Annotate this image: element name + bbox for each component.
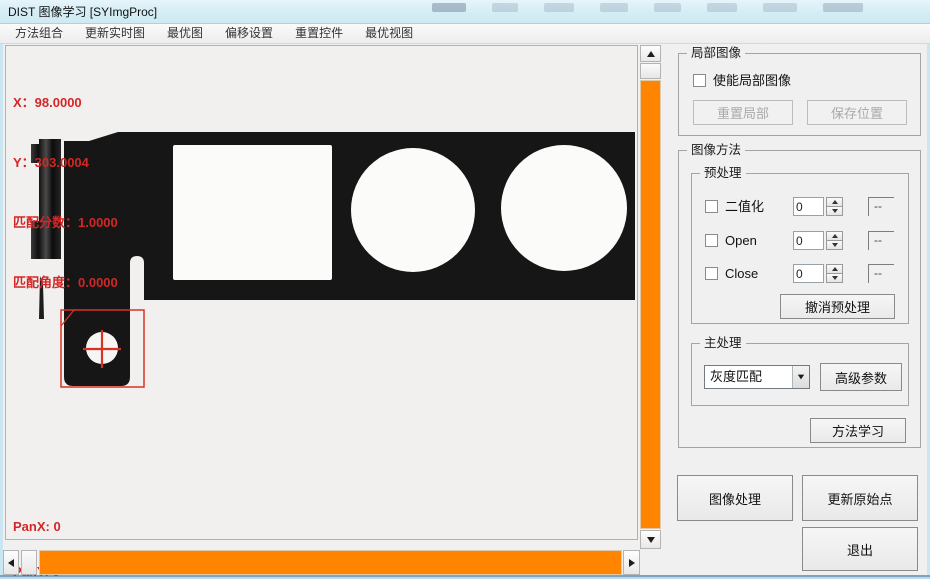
match-score-value: 匹配分数：1.0000 xyxy=(13,213,118,233)
vertical-scroll-thumb[interactable] xyxy=(640,63,661,79)
spinner-up-icon xyxy=(832,200,838,204)
close-extra-field: -- xyxy=(868,264,894,283)
close-spin-down-button[interactable] xyxy=(826,274,843,283)
match-method-select[interactable]: 灰度匹配 xyxy=(704,365,810,389)
binarize-value-input[interactable] xyxy=(793,197,824,216)
close-label: Close xyxy=(725,266,758,281)
close-spin-up-button[interactable] xyxy=(826,264,843,274)
match-method-selected: 灰度匹配 xyxy=(705,366,792,388)
spinner-down-icon xyxy=(832,209,838,213)
binarize-spinner xyxy=(826,197,843,216)
open-spinner xyxy=(826,231,843,250)
bracket-round-cutout-1 xyxy=(351,148,475,272)
scroll-down-icon xyxy=(647,537,655,543)
undo-preprocess-button[interactable]: 撤消预处理 xyxy=(780,294,895,319)
combo-dropdown-button[interactable] xyxy=(792,366,809,388)
window-border-left xyxy=(0,44,3,575)
menu-method-combination[interactable]: 方法组合 xyxy=(4,24,74,43)
titlebar-ghost-artifacts xyxy=(432,3,924,15)
binarize-checkbox[interactable] xyxy=(705,200,718,213)
binarize-extra-field: -- xyxy=(868,197,894,216)
vertical-scroll-track[interactable] xyxy=(640,80,661,529)
scroll-up-icon xyxy=(647,51,655,57)
binarize-spin-up-button[interactable] xyxy=(826,197,843,207)
preprocess-group-title: 预处理 xyxy=(700,166,746,181)
preprocess-group: 预处理 二值化 -- Open -- Close xyxy=(691,173,909,324)
match-x-value: X：98.0000 xyxy=(13,93,118,113)
title-bar: DIST 图像学习 [SYImgProc] xyxy=(0,0,930,24)
open-spin-up-button[interactable] xyxy=(826,231,843,241)
main-process-group-title: 主处理 xyxy=(700,336,746,351)
menu-best-view[interactable]: 最优视图 xyxy=(354,24,424,43)
spinner-down-icon xyxy=(832,243,838,247)
spinner-down-icon xyxy=(832,276,838,280)
scroll-up-button[interactable] xyxy=(640,45,661,62)
local-image-group-title: 局部图像 xyxy=(687,46,745,61)
reset-local-button[interactable]: 重置局部 xyxy=(693,100,793,125)
spinner-up-icon xyxy=(832,234,838,238)
open-value-input[interactable] xyxy=(793,231,824,250)
image-method-group-title: 图像方法 xyxy=(687,143,745,158)
image-process-button[interactable]: 图像处理 xyxy=(677,475,793,521)
menu-reset-controls[interactable]: 重置控件 xyxy=(284,24,354,43)
save-position-button[interactable]: 保存位置 xyxy=(807,100,907,125)
scroll-right-icon xyxy=(629,559,635,567)
enable-local-image-checkbox[interactable] xyxy=(693,74,706,87)
open-checkbox[interactable] xyxy=(705,234,718,247)
bracket-round-cutout-2 xyxy=(501,145,627,271)
binarize-spin-down-button[interactable] xyxy=(826,207,843,216)
binarize-label: 二值化 xyxy=(725,199,764,214)
vertical-scrollbar[interactable] xyxy=(640,45,661,550)
menu-update-live-image[interactable]: 更新实时图 xyxy=(74,24,156,43)
local-image-group: 局部图像 使能局部图像 重置局部 保存位置 xyxy=(678,53,921,136)
pan-x-value: PanX: 0 xyxy=(13,519,61,534)
menu-bar: 方法组合 更新实时图 最优图 偏移设置 重置控件 最优视图 xyxy=(0,24,930,44)
menu-offset-settings[interactable]: 偏移设置 xyxy=(214,24,284,43)
exit-button[interactable]: 退出 xyxy=(802,527,918,571)
advanced-params-button[interactable]: 高级参数 xyxy=(820,363,902,391)
app-window: DIST 图像学习 [SYImgProc] 方法组合 更新实时图 最优图 偏移设… xyxy=(0,0,930,579)
chevron-down-icon xyxy=(798,375,804,380)
scroll-left-icon xyxy=(8,559,14,567)
open-extra-field: -- xyxy=(868,231,894,250)
menu-best-image[interactable]: 最优图 xyxy=(156,24,214,43)
enable-local-image-label: 使能局部图像 xyxy=(713,73,791,88)
match-angle-value: 匹配角度：0.0000 xyxy=(13,273,118,293)
close-value-input[interactable] xyxy=(793,264,824,283)
image-viewport[interactable]: X：98.0000 Y：303.0004 匹配分数：1.0000 匹配角度：0.… xyxy=(5,45,638,540)
open-spin-down-button[interactable] xyxy=(826,241,843,250)
close-spinner xyxy=(826,264,843,283)
main-process-group: 主处理 灰度匹配 高级参数 xyxy=(691,343,909,406)
scroll-down-button[interactable] xyxy=(640,530,661,549)
bracket-square-cutout xyxy=(173,145,332,280)
horizontal-scroll-track[interactable] xyxy=(39,550,622,575)
scroll-right-button[interactable] xyxy=(623,550,640,575)
image-method-group: 图像方法 预处理 二值化 -- Open -- Close xyxy=(678,150,921,448)
scroll-left-button[interactable] xyxy=(3,550,19,575)
horizontal-scroll-thumb[interactable] xyxy=(21,550,37,575)
match-result-overlay: X：98.0000 Y：303.0004 匹配分数：1.0000 匹配角度：0.… xyxy=(13,53,118,333)
update-origin-button[interactable]: 更新原始点 xyxy=(802,475,918,521)
horizontal-scrollbar[interactable] xyxy=(3,550,640,575)
window-title: DIST 图像学习 [SYImgProc] xyxy=(8,0,157,24)
close-checkbox[interactable] xyxy=(705,267,718,280)
spinner-up-icon xyxy=(832,267,838,271)
method-learn-button[interactable]: 方法学习 xyxy=(810,418,906,443)
open-label: Open xyxy=(725,233,757,248)
match-y-value: Y：303.0004 xyxy=(13,153,118,173)
window-border-bottom xyxy=(0,575,930,579)
